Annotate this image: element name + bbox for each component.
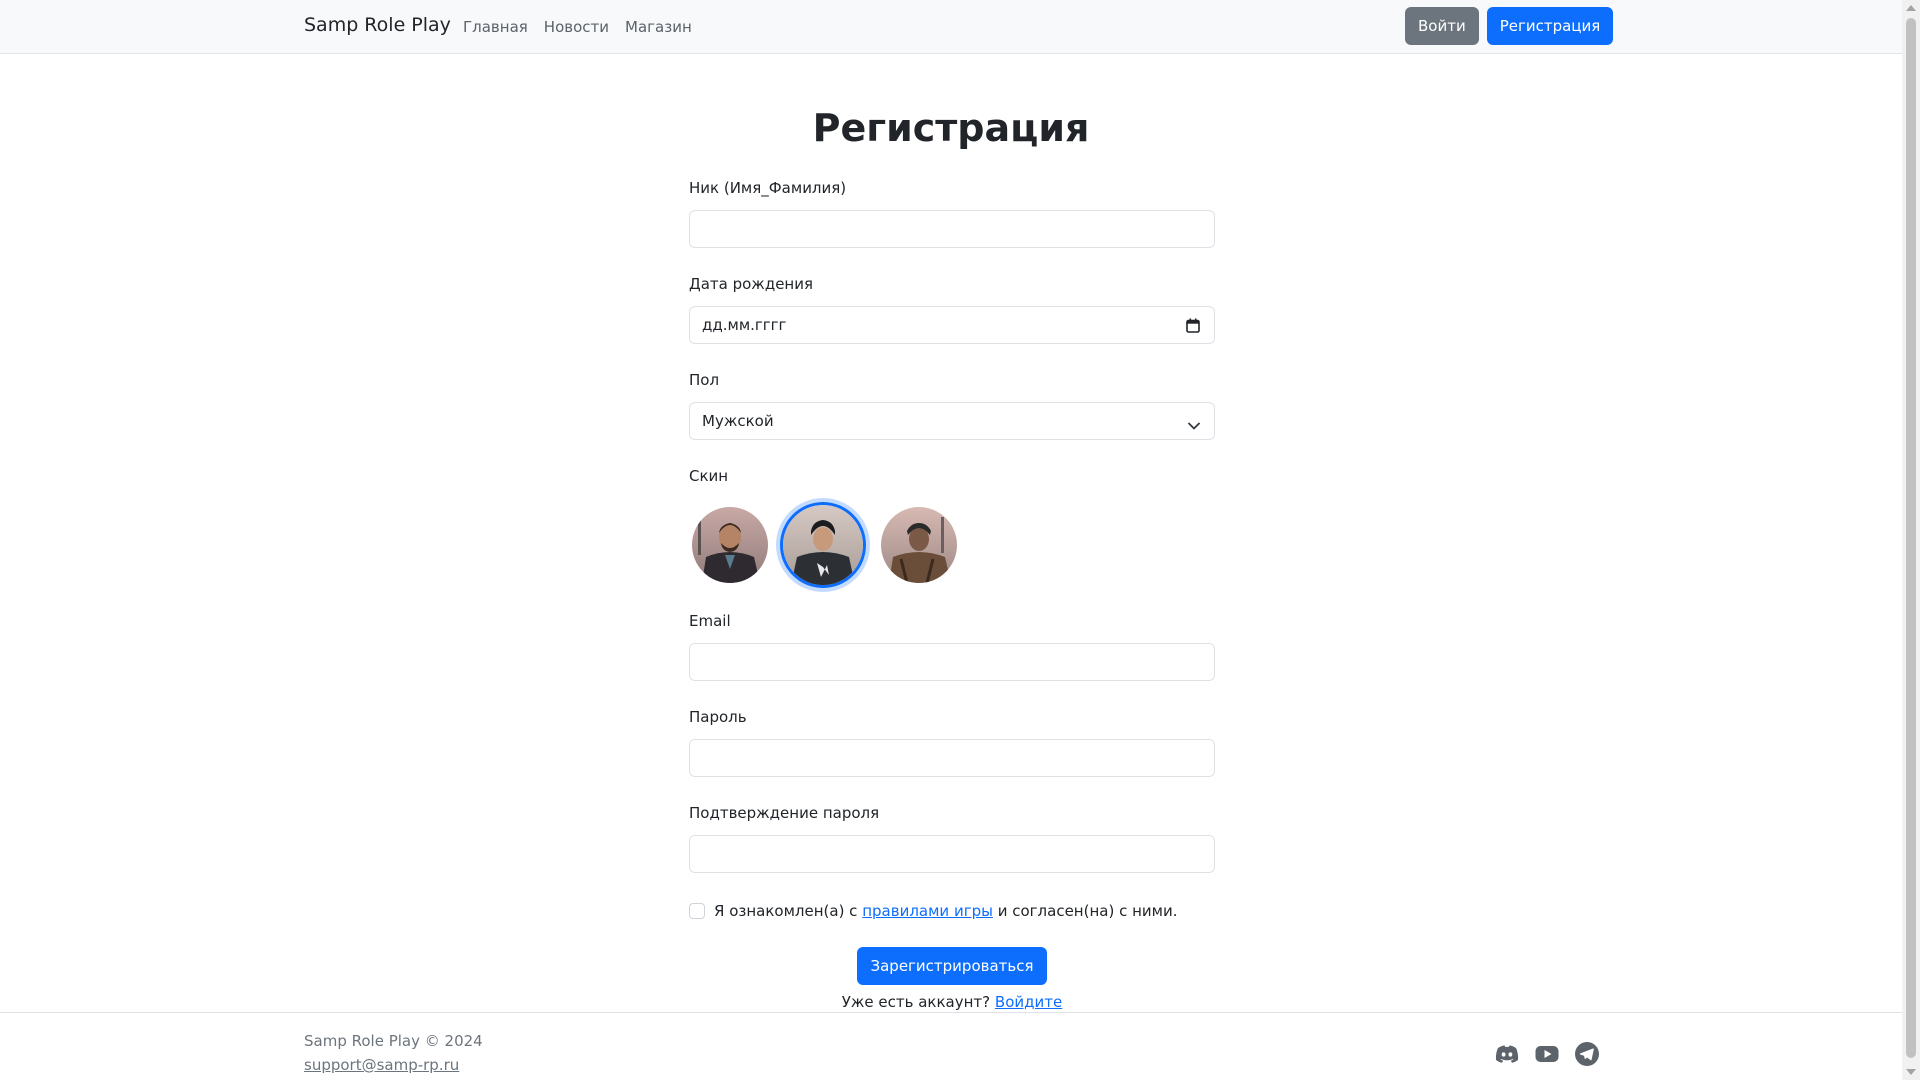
skin-label: Скин bbox=[689, 467, 729, 485]
gender-group: Пол Мужской bbox=[689, 368, 1215, 440]
password-input[interactable] bbox=[689, 739, 1215, 777]
password-group: Пароль bbox=[689, 705, 1215, 777]
skin-option-1[interactable] bbox=[692, 507, 768, 583]
nav-link-home[interactable]: Главная bbox=[463, 18, 528, 36]
login-prompt: Уже есть аккаунт? Войдите bbox=[689, 993, 1215, 1011]
rules-checkbox[interactable] bbox=[689, 903, 705, 919]
birth-label: Дата рождения bbox=[689, 275, 813, 293]
agree-prefix: Я ознакомлен(а) с bbox=[714, 902, 858, 920]
birth-date-input[interactable]: дд.мм.гггг bbox=[689, 306, 1215, 344]
registration-form: Ник (Имя_Фамилия) Дата рождения дд.мм.гг… bbox=[689, 176, 1215, 1011]
skin-option-2[interactable] bbox=[783, 505, 863, 585]
nav-link-news[interactable]: Новости bbox=[544, 18, 609, 36]
login-button[interactable]: Войти bbox=[1405, 7, 1479, 45]
navbar: Samp Role Play Главная Новости Магазин В… bbox=[0, 0, 1902, 54]
confirm-password-label: Подтверждение пароля bbox=[689, 804, 880, 822]
birth-group: Дата рождения дд.мм.гггг bbox=[689, 272, 1215, 344]
nick-input[interactable] bbox=[689, 210, 1215, 248]
login-prompt-text: Уже есть аккаунт? bbox=[841, 993, 991, 1011]
discord-icon[interactable] bbox=[1494, 1041, 1520, 1067]
nick-label: Ник (Имя_Фамилия) bbox=[689, 179, 847, 197]
telegram-icon[interactable] bbox=[1574, 1041, 1600, 1067]
nick-group: Ник (Имя_Фамилия) bbox=[689, 176, 1215, 248]
skin-avatar-3-image bbox=[881, 507, 957, 583]
brand-logo[interactable]: Samp Role Play bbox=[304, 14, 451, 36]
confirm-password-input[interactable] bbox=[689, 835, 1215, 873]
scrollbar-thumb[interactable] bbox=[1906, 18, 1916, 1058]
skin-avatar-1-image bbox=[692, 507, 768, 583]
submit-wrap: Зарегистрироваться bbox=[689, 947, 1215, 985]
footer-copyright: Samp Role Play © 2024 bbox=[304, 1032, 483, 1050]
page-title: Регистрация bbox=[812, 106, 1090, 150]
gender-select[interactable]: Мужской bbox=[689, 402, 1215, 440]
skin-group: Скин bbox=[689, 464, 1215, 587]
gender-label: Пол bbox=[689, 371, 720, 389]
calendar-icon[interactable] bbox=[1186, 318, 1200, 337]
chevron-down-icon bbox=[1188, 416, 1200, 434]
email-input[interactable] bbox=[689, 643, 1215, 681]
nav-links: Главная Новости Магазин bbox=[463, 18, 692, 36]
nav-link-shop[interactable]: Магазин bbox=[625, 18, 692, 36]
scroll-down-icon[interactable] bbox=[1906, 1069, 1916, 1075]
register-button[interactable]: Регистрация bbox=[1486, 7, 1614, 45]
birth-date-placeholder: дд.мм.гггг bbox=[702, 316, 787, 334]
rules-agreement: Я ознакомлен(а) с правилами игры и согла… bbox=[689, 899, 1215, 923]
skin-option-3[interactable] bbox=[881, 507, 957, 583]
skin-avatar-2-image bbox=[783, 505, 863, 585]
password-label: Пароль bbox=[689, 708, 747, 726]
skin-options bbox=[689, 503, 1215, 587]
login-link[interactable]: Войдите bbox=[995, 993, 1062, 1011]
youtube-icon[interactable] bbox=[1534, 1041, 1560, 1067]
email-label: Email bbox=[689, 612, 731, 630]
nav-buttons: Войти Регистрация bbox=[1405, 7, 1614, 45]
submit-register-button[interactable]: Зарегистрироваться bbox=[857, 947, 1047, 985]
agree-suffix: и согласен(на) с ними. bbox=[997, 902, 1178, 920]
scroll-up-icon[interactable] bbox=[1906, 5, 1916, 11]
social-links bbox=[1494, 1041, 1600, 1067]
rules-link[interactable]: правилами игры bbox=[862, 902, 993, 920]
gender-selected-value: Мужской bbox=[702, 412, 774, 430]
confirm-password-group: Подтверждение пароля bbox=[689, 801, 1215, 873]
footer: Samp Role Play © 2024 support@samp-rp.ru bbox=[0, 1012, 1902, 1080]
email-group: Email bbox=[689, 609, 1215, 681]
page-scrollbar[interactable] bbox=[1902, 0, 1920, 1080]
footer-email-link[interactable]: support@samp-rp.ru bbox=[304, 1056, 459, 1074]
